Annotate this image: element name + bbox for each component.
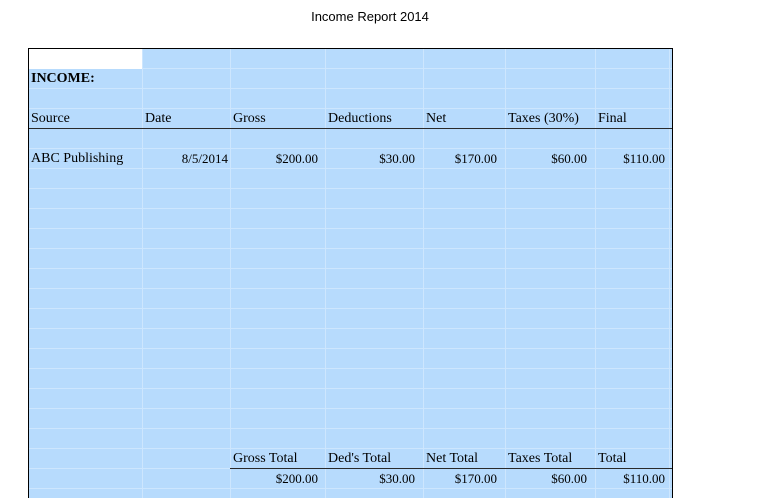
- sheet-row: [29, 189, 672, 209]
- sheet-row: [29, 349, 672, 369]
- sheet-row: [29, 89, 672, 109]
- row-date: 8/5/2014: [181, 151, 228, 166]
- header-final: Final: [598, 111, 627, 126]
- header-taxes: Taxes (30%): [508, 111, 579, 126]
- header-gross: Gross: [233, 111, 266, 126]
- column-divider: [325, 49, 326, 498]
- sheet-row: [29, 489, 672, 498]
- section-label: INCOME:: [31, 71, 95, 86]
- header-date: Date: [145, 111, 172, 126]
- header-source: Source: [31, 111, 70, 126]
- sheet-row: [29, 169, 672, 189]
- row-final: $110.00: [623, 151, 665, 166]
- column-divider: [230, 49, 231, 498]
- row-taxes: $60.00: [551, 151, 587, 166]
- row-deductions: $30.00: [379, 151, 415, 166]
- total-header-net: Net Total: [426, 451, 479, 466]
- sheet-row: [29, 69, 672, 89]
- sheet-row: [29, 249, 672, 269]
- sheet-row: [29, 329, 672, 349]
- sheet-row: [29, 429, 672, 449]
- total-header-deductions: Ded's Total: [328, 451, 392, 466]
- total-gross: $200.00: [275, 471, 318, 486]
- header-net: Net: [426, 111, 447, 126]
- income-sheet: INCOME: Source Date Gross Deductions Net…: [28, 48, 673, 498]
- total-header-taxes: Taxes Total: [508, 451, 573, 466]
- row-net: $170.00: [454, 151, 497, 166]
- sheet-row: [29, 49, 672, 69]
- total-header-total: Total: [598, 451, 627, 466]
- column-divider: [142, 49, 143, 498]
- header-deductions: Deductions: [328, 111, 392, 126]
- sheet-row: [29, 409, 672, 429]
- sheet-row: [29, 389, 672, 409]
- report-title: Income Report 2014: [311, 9, 429, 24]
- header-underline: [29, 128, 672, 129]
- sheet-row: [29, 369, 672, 389]
- sheet-row: [29, 309, 672, 329]
- sheet-row: [29, 269, 672, 289]
- row-gross: $200.00: [275, 151, 318, 166]
- column-divider: [669, 49, 670, 498]
- sheet-row: [29, 129, 672, 149]
- column-divider: [505, 49, 506, 498]
- sheet-row: [29, 229, 672, 249]
- total-deductions: $30.00: [379, 471, 415, 486]
- column-divider: [423, 49, 424, 498]
- total-net: $170.00: [454, 471, 497, 486]
- total-final: $110.00: [623, 471, 665, 486]
- totals-underline: [230, 468, 672, 469]
- sheet-row: [29, 209, 672, 229]
- blank-cell: [29, 49, 142, 69]
- row-source: ABC Publishing: [31, 151, 124, 166]
- total-header-gross: Gross Total: [233, 451, 298, 466]
- sheet-row: [29, 289, 672, 309]
- total-taxes: $60.00: [551, 471, 587, 486]
- column-divider: [595, 49, 596, 498]
